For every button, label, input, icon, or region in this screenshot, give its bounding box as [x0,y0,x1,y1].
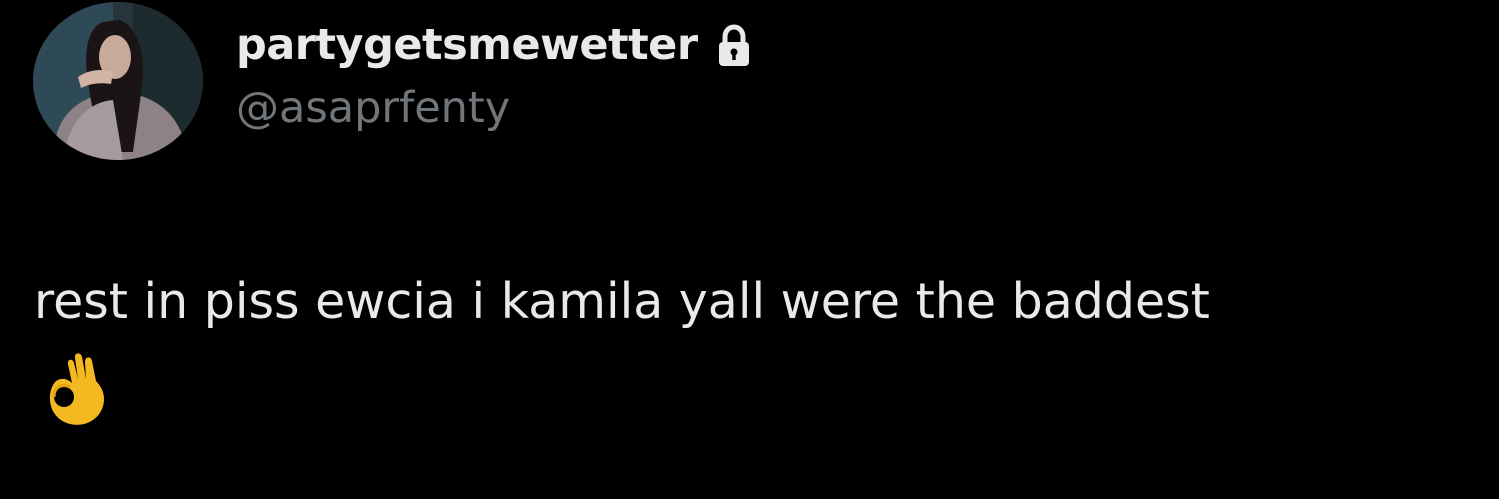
author-name-row: partygetsmewetter [236,14,754,76]
author-handle[interactable]: @asaprfenty [236,83,510,133]
tweet: partygetsmewetter @asaprfenty rest in pi… [0,0,1499,499]
ok-hand-icon [42,351,108,429]
avatar-image [33,2,203,160]
display-name[interactable]: partygetsmewetter [236,20,698,70]
tweet-text: rest in piss ewcia i kamila yall were th… [34,273,1210,330]
lock-icon [714,24,754,68]
avatar[interactable] [33,2,203,160]
